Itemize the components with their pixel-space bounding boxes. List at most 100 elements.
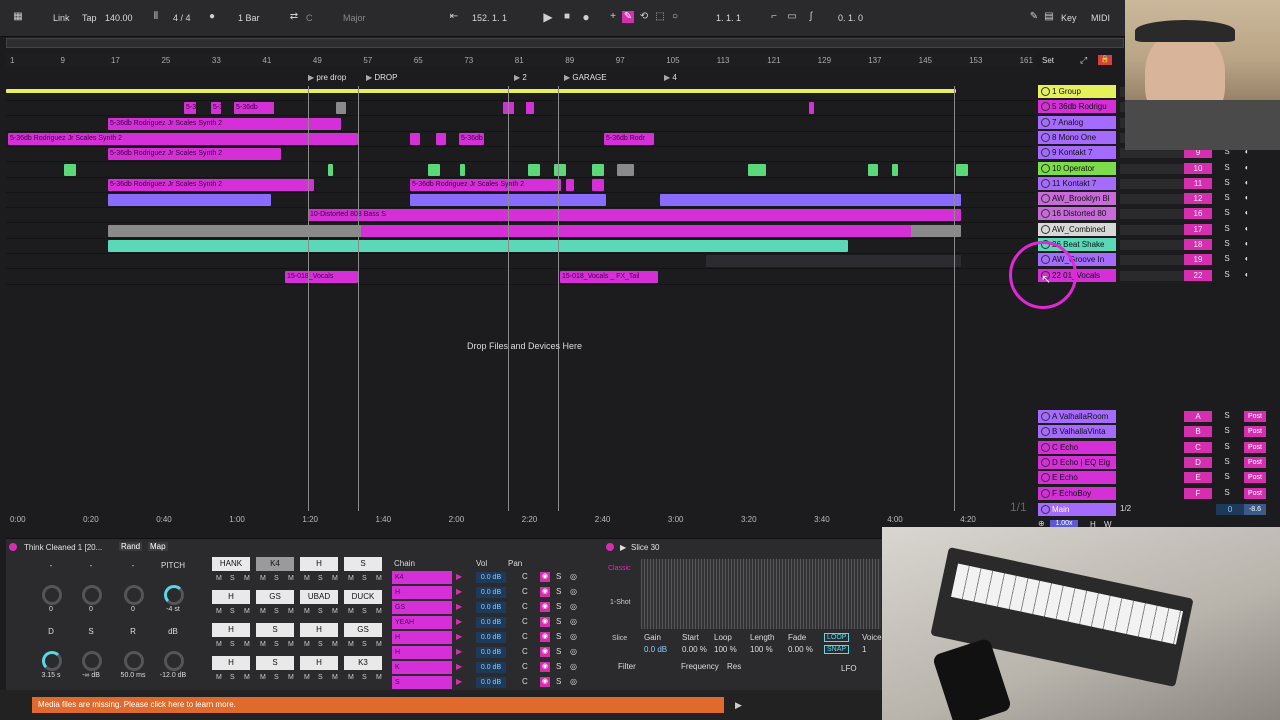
clip[interactable] bbox=[617, 163, 634, 176]
chain-activator-icon[interactable]: ◉ bbox=[540, 677, 550, 687]
solo-button[interactable]: S bbox=[556, 632, 561, 641]
pad-button[interactable]: M bbox=[260, 575, 266, 582]
clip[interactable] bbox=[460, 163, 465, 176]
pad-button[interactable]: S bbox=[230, 641, 235, 648]
mode-slice[interactable]: Slice bbox=[612, 635, 627, 642]
return-name[interactable]: C Echo bbox=[1038, 440, 1116, 454]
clip[interactable] bbox=[554, 163, 566, 176]
track-activator-icon[interactable] bbox=[1041, 209, 1050, 219]
track-activator-icon[interactable] bbox=[1041, 412, 1050, 421]
pad-button[interactable]: S bbox=[274, 608, 279, 615]
key-map-button[interactable]: Key bbox=[1061, 13, 1077, 23]
pad-button[interactable]: S bbox=[318, 674, 323, 681]
drum-pad[interactable]: K4 bbox=[256, 557, 294, 571]
track-name[interactable]: AW_Combined bbox=[1038, 222, 1116, 236]
pad-button[interactable]: M bbox=[288, 608, 294, 615]
headphone-icon[interactable]: ◎ bbox=[570, 662, 577, 671]
chain-play-icon[interactable]: ▶ bbox=[456, 647, 462, 656]
chain-volume[interactable]: 0.0 dB bbox=[476, 662, 506, 673]
return-name[interactable]: E Echo bbox=[1038, 471, 1116, 485]
track-activator-icon[interactable] bbox=[1041, 102, 1050, 112]
punch-icon[interactable]: ⬚ bbox=[654, 11, 666, 23]
loop-start-field[interactable]: 1. 1. 1 bbox=[716, 13, 741, 23]
pad-button[interactable]: M bbox=[260, 641, 266, 648]
curve-icon[interactable]: ∫ bbox=[805, 11, 817, 23]
sample-param-value[interactable]: 0.00 % bbox=[682, 645, 707, 654]
track-lane[interactable] bbox=[6, 224, 1034, 239]
macro-knob[interactable] bbox=[164, 651, 184, 671]
arm-icon[interactable]: ◐ bbox=[1242, 254, 1252, 265]
solo-button[interactable]: S bbox=[556, 587, 561, 596]
track-lane[interactable]: 5-36db Rodriguez Jr Scales Synth 2 5-36db… bbox=[6, 178, 1034, 193]
play-icon[interactable]: ▶ bbox=[542, 11, 554, 23]
macro-knob[interactable] bbox=[82, 651, 102, 671]
drum-pad[interactable]: S bbox=[344, 557, 382, 571]
mixer-track-row[interactable]: AW_Brooklyn Bl 12 S ◐ bbox=[1036, 192, 1276, 206]
session-record-icon[interactable]: ⟲ bbox=[638, 11, 650, 23]
pad-button[interactable]: M bbox=[288, 641, 294, 648]
sample-waveform[interactable] bbox=[641, 559, 881, 629]
chain-volume[interactable]: 0.0 dB bbox=[476, 587, 506, 598]
pad-button[interactable]: M bbox=[376, 641, 382, 648]
solo-button[interactable]: S bbox=[1222, 178, 1232, 189]
tempo-field[interactable]: 140.00 bbox=[105, 13, 133, 23]
clip[interactable]: 5-36db Rodriguez Jr Scales Synth 2 bbox=[8, 132, 358, 145]
pad-button[interactable]: M bbox=[332, 575, 338, 582]
pad-button[interactable]: M bbox=[348, 575, 354, 582]
mode-classic[interactable]: Classic bbox=[608, 565, 631, 572]
chain-row[interactable]: H ▶ 0.0 dB C ◉ S ◎ bbox=[392, 586, 582, 600]
pad-button[interactable]: M bbox=[376, 575, 382, 582]
chain-volume[interactable]: 0.0 dB bbox=[476, 617, 506, 628]
pad-button[interactable]: M bbox=[348, 641, 354, 648]
solo-button[interactable]: S bbox=[556, 617, 561, 626]
time-signature-field[interactable]: 4 / 4 bbox=[173, 13, 191, 23]
drum-pad[interactable]: H bbox=[212, 656, 250, 670]
lfo-label[interactable]: LFO bbox=[841, 664, 857, 673]
pad-button[interactable]: S bbox=[274, 674, 279, 681]
solo-button[interactable]: S bbox=[1222, 163, 1232, 174]
solo-button[interactable]: S bbox=[1222, 224, 1232, 235]
pad-button[interactable]: S bbox=[318, 575, 323, 582]
headphone-icon[interactable]: ◎ bbox=[570, 647, 577, 656]
locator-marker[interactable]: ▶ DROP bbox=[366, 73, 398, 82]
chain-volume[interactable]: 0.0 dB bbox=[476, 602, 506, 613]
drum-pad[interactable]: UBAD bbox=[300, 590, 338, 604]
track-lane[interactable]: 10-Distorted 808 Bass S bbox=[6, 208, 1034, 224]
clip[interactable] bbox=[528, 163, 540, 176]
pad-button[interactable]: S bbox=[362, 608, 367, 615]
pad-button[interactable]: M bbox=[376, 674, 382, 681]
main-db[interactable]: -8.6 bbox=[1244, 504, 1266, 515]
track-activator-icon[interactable] bbox=[1041, 87, 1050, 96]
return-track-row[interactable]: B ValhallaVinta B S Post bbox=[1036, 425, 1276, 439]
overdub-icon[interactable]: + bbox=[607, 11, 619, 23]
locator-marker[interactable]: ▶ 4 bbox=[664, 73, 677, 82]
post-button[interactable]: Post bbox=[1244, 426, 1266, 438]
pad-button[interactable]: S bbox=[362, 641, 367, 648]
track-lane[interactable] bbox=[6, 86, 1034, 101]
headphone-icon[interactable]: ◎ bbox=[570, 677, 577, 686]
stop-icon[interactable]: ■ bbox=[561, 11, 573, 23]
pad-button[interactable]: M bbox=[304, 575, 310, 582]
arrangement-tracks[interactable]: 5-36db5-36db5-36db5-36db Rodriguez Jr Sc… bbox=[6, 86, 1034, 511]
track-activator-icon[interactable] bbox=[1041, 148, 1050, 158]
filter-label[interactable]: Filter bbox=[618, 662, 636, 671]
track-activator-icon[interactable] bbox=[1041, 505, 1050, 514]
clip[interactable]: 5-36db bbox=[234, 102, 274, 115]
pad-button[interactable]: M bbox=[304, 641, 310, 648]
arrangement-overview[interactable] bbox=[6, 38, 1124, 48]
chain-name[interactable]: YEAH bbox=[392, 616, 452, 629]
solo-button[interactable]: S bbox=[1222, 193, 1232, 204]
pad-button[interactable]: M bbox=[348, 608, 354, 615]
pencil-icon[interactable]: ✎ bbox=[1028, 11, 1040, 23]
return-track-row[interactable]: E Echo E S Post bbox=[1036, 471, 1276, 485]
track-lane[interactable]: 5-36db Rodriguez Jr Scales Synth 2 bbox=[6, 117, 1034, 132]
play-slice-icon[interactable]: ▶ bbox=[620, 543, 626, 552]
track-lane[interactable]: 5-36db Rodriguez Jr Scales Synth 2 5-36db… bbox=[6, 132, 1034, 147]
mixer-track-row[interactable]: 16 Distorted 80 16 S ◐ bbox=[1036, 207, 1276, 221]
pad-button[interactable]: S bbox=[318, 641, 323, 648]
clip[interactable] bbox=[592, 163, 604, 176]
draw-mode-icon[interactable]: ⌐ bbox=[768, 11, 780, 23]
pad-button[interactable]: S bbox=[230, 674, 235, 681]
chain-name[interactable]: S bbox=[392, 676, 452, 689]
track-name[interactable]: 11 Kontakt 7 bbox=[1038, 176, 1116, 190]
